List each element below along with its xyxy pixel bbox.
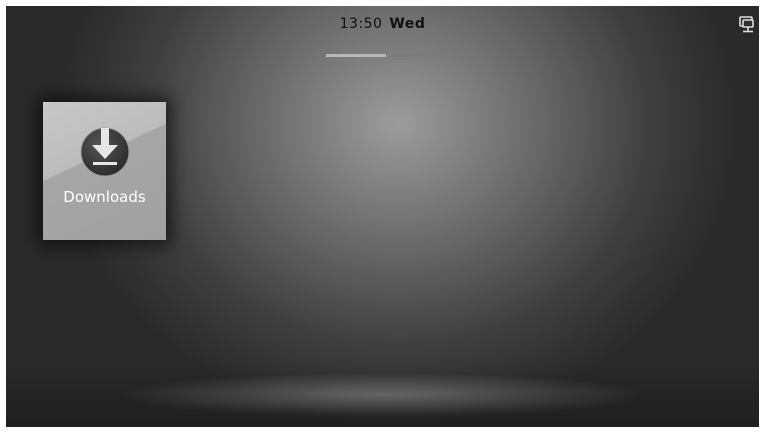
downloads-folder-tile[interactable]: Downloads [43,102,166,240]
folder-label: Downloads [63,188,146,206]
page-indicator-page-1[interactable] [326,54,386,57]
device-frame: 13:50 Wed Downloads [0,0,761,433]
clock-time: 13:50 [339,16,383,32]
page-indicator-page-2[interactable] [391,54,451,57]
clock-day: Wed [389,16,426,32]
status-clock: 13:50 Wed [6,16,759,32]
network-monitor-icon[interactable] [737,16,755,34]
page-indicator[interactable] [326,54,456,57]
home-screen: 13:50 Wed Downloads [6,6,759,427]
floor-shading [6,357,759,427]
download-icon [79,126,131,178]
